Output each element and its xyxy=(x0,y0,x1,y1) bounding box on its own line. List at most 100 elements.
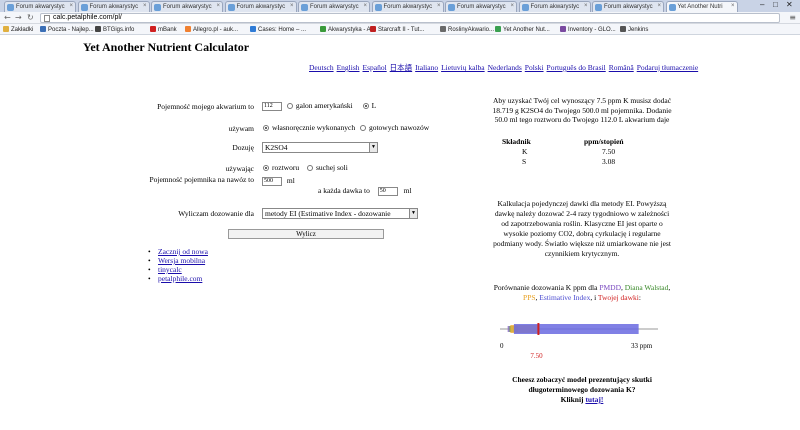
browser-tab[interactable]: Forum akwarystyc × xyxy=(592,1,664,12)
pps-label: PPS xyxy=(523,293,536,302)
language-link[interactable]: Deutsch xyxy=(309,63,334,72)
bookmark-item[interactable]: Allegro.pl - auk... xyxy=(185,26,238,33)
dry-radio[interactable] xyxy=(306,165,313,172)
language-link[interactable]: Italiano xyxy=(415,63,438,72)
method-select[interactable]: metody EI (Estimative Index - dozowanie … xyxy=(262,208,418,219)
reload-icon[interactable]: ↻ xyxy=(27,13,34,22)
browser-tab[interactable]: Forum akwarystyc × xyxy=(371,1,444,12)
chevron-down-icon: ▼ xyxy=(409,209,417,218)
bookmark-icon xyxy=(370,26,376,32)
favicon-icon xyxy=(227,4,235,11)
close-tab-icon[interactable]: × xyxy=(290,3,294,9)
gallon-radio[interactable] xyxy=(286,103,293,110)
ready-radio[interactable] xyxy=(359,125,366,132)
browser-tab[interactable]: Forum akwarystyc × xyxy=(224,1,297,12)
dose-each-label: a każda dawka to xyxy=(318,186,370,195)
bookmark-icon xyxy=(250,26,256,32)
bookmark-item[interactable]: RoslinyAkwario... xyxy=(440,26,494,33)
walstad-label: Diana Walstad xyxy=(624,283,669,292)
close-tab-icon[interactable]: × xyxy=(143,3,147,9)
tab-title: Forum akwarystyc xyxy=(457,4,506,10)
language-link[interactable]: Nederlands xyxy=(488,63,522,72)
back-icon[interactable]: ← xyxy=(4,13,11,22)
bookmark-item[interactable]: Poczta - Najlep... xyxy=(40,26,94,33)
bookmark-item[interactable]: BTGigs.info xyxy=(95,26,134,33)
bookmark-item[interactable]: Inventory - GLO... xyxy=(560,26,616,33)
maximize-icon[interactable]: □ xyxy=(773,0,778,9)
language-link[interactable]: Podaruj tłumaczenie xyxy=(637,63,698,72)
tab-title: Forum akwarystyc xyxy=(604,4,653,10)
range-bar-ei xyxy=(513,324,639,334)
column-header-component: Składnik xyxy=(502,137,531,146)
bookmark-icon xyxy=(95,26,101,32)
close-tab-icon[interactable]: × xyxy=(437,3,441,9)
column-header-ppm: ppm/stopień xyxy=(584,137,624,146)
language-link[interactable]: Español xyxy=(363,63,387,72)
close-tab-icon[interactable]: × xyxy=(69,3,73,9)
dry-label: suchej soli xyxy=(315,163,348,172)
language-link[interactable]: Română xyxy=(609,63,634,72)
language-link[interactable]: English xyxy=(337,63,360,72)
separator: : xyxy=(638,293,641,302)
model-link[interactable]: tutaj! xyxy=(585,395,603,404)
browser-tab[interactable]: Forum akwarystyc × xyxy=(77,1,150,12)
ready-label: gotowych nawozów xyxy=(368,123,430,132)
compound-value: K2SO4 xyxy=(265,143,288,152)
language-link[interactable]: Polski xyxy=(525,63,544,72)
restart-link[interactable]: Zacznij od nowa xyxy=(158,247,208,256)
bookmark-item[interactable]: Akwarystyka - A... xyxy=(320,26,376,33)
favicon-icon xyxy=(374,4,382,11)
language-link[interactable]: Português do Brasil xyxy=(547,63,606,72)
footer-links: Zacznij od nowa Wersja mobilna tinycalc … xyxy=(148,247,208,283)
bookmarks-bar: Zakładki Poczta - Najlep... BTGigs.info mBa… xyxy=(0,24,800,35)
solution-label: roztworu xyxy=(272,163,300,172)
language-link[interactable]: 日本語 xyxy=(390,63,413,72)
minimize-icon[interactable]: – xyxy=(760,0,764,9)
browser-tab[interactable]: Forum akwarystyc × xyxy=(445,1,517,12)
ei-label: Estimative Index xyxy=(539,293,591,302)
close-tab-icon[interactable]: × xyxy=(510,3,514,9)
mobile-link[interactable]: Wersja mobilna xyxy=(158,256,205,265)
bookmark-item[interactable]: Jenkins xyxy=(620,26,648,33)
browser-toolbar: ← → ↻ calc.petalphile.com/pl/ ≡ xyxy=(0,12,800,24)
favicon-icon xyxy=(521,4,529,11)
tab-bar: Forum akwarystyc × Forum akwarystyc × Forum … xyxy=(0,0,800,13)
solution-radio[interactable] xyxy=(263,165,269,172)
bookmark-item[interactable]: Starcraft II - Tut... xyxy=(370,26,424,33)
close-tab-icon[interactable]: × xyxy=(584,3,588,9)
close-tab-icon[interactable]: × xyxy=(731,3,735,9)
close-icon[interactable]: ✕ xyxy=(786,0,793,9)
list-item: tinycalc xyxy=(148,265,208,274)
calculate-button[interactable]: Wylicz xyxy=(228,229,384,239)
bookmark-item[interactable]: Zakładki xyxy=(3,26,33,33)
menu-icon[interactable]: ≡ xyxy=(789,13,796,22)
bookmark-item[interactable]: Yet Another Nut... xyxy=(495,26,550,33)
diy-radio[interactable] xyxy=(263,125,269,132)
close-tab-icon[interactable]: × xyxy=(216,3,220,9)
browser-tab[interactable]: Forum akwarystyc × xyxy=(518,1,591,12)
browser-tab[interactable]: Forum akwarystyc × xyxy=(298,1,370,12)
close-tab-icon[interactable]: × xyxy=(363,3,367,9)
bookmark-label: Allegro.pl - auk... xyxy=(193,27,239,33)
your-dose-label: 7.50 xyxy=(530,352,543,360)
address-bar[interactable]: calc.petalphile.com/pl/ xyxy=(40,13,780,23)
petalphile-link[interactable]: petalphile.com xyxy=(158,274,202,283)
close-tab-icon[interactable]: × xyxy=(657,3,661,9)
liter-radio[interactable] xyxy=(362,103,369,110)
container-input[interactable]: 500 xyxy=(262,176,282,186)
your-dose-marker xyxy=(537,323,540,335)
bookmark-item[interactable]: mBank xyxy=(150,26,177,33)
compound-select[interactable]: K2SO4 ▼ xyxy=(262,142,378,153)
tab-title: Forum akwarystyc xyxy=(16,4,65,10)
browser-tab[interactable]: Forum akwarystyc × xyxy=(4,1,76,12)
browser-tab[interactable]: Forum akwarystyc × xyxy=(151,1,223,12)
dose-each-input[interactable]: 50 xyxy=(377,186,398,196)
forward-icon[interactable]: → xyxy=(15,13,22,22)
language-link[interactable]: Lietuvių kalba xyxy=(441,63,485,72)
yours-label: Twojej dawki xyxy=(597,293,639,302)
bookmark-icon xyxy=(620,26,626,32)
tank-size-input[interactable]: 112 xyxy=(262,101,282,111)
separator: , xyxy=(668,283,671,292)
tinycalc-link[interactable]: tinycalc xyxy=(158,265,182,274)
bookmark-item[interactable]: Cases: Home – ... xyxy=(250,26,306,33)
